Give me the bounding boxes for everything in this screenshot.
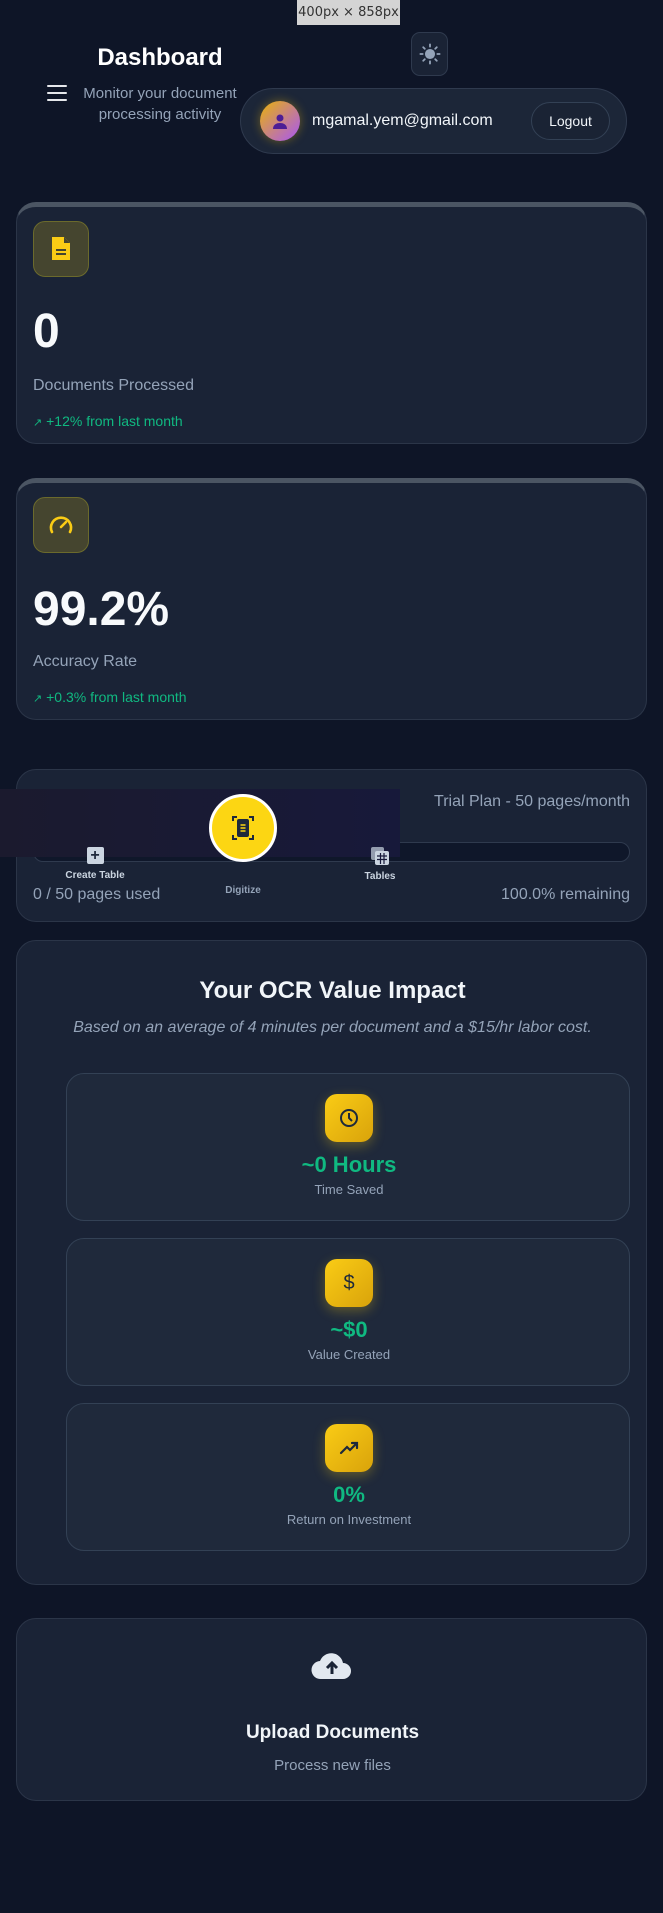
page-subtitle: Monitor your document processing activit…: [83, 85, 237, 123]
digitize-button[interactable]: [209, 794, 277, 862]
pages-remaining: 100.0% remaining: [501, 886, 630, 903]
impact-subtitle: Based on an average of 4 minutes per doc…: [73, 1019, 592, 1036]
plus-icon: +: [86, 847, 104, 864]
impact-title: Your OCR Value Impact: [199, 977, 466, 1004]
impact-label: Time Saved: [314, 1182, 384, 1197]
menu-hamburger-icon[interactable]: [47, 85, 67, 101]
nav-tables[interactable]: Tables: [340, 847, 420, 882]
stat-card-documents: 0 Documents Processed ↗ +12% from last m…: [16, 202, 647, 444]
impact-value: ~0 Hours: [301, 1152, 397, 1177]
stat-value: 99.2%: [33, 583, 170, 636]
trend-up-icon: ↗: [33, 693, 43, 705]
ocr-impact-card: Your OCR Value Impact Based on an averag…: [16, 940, 647, 1585]
clock-icon: [325, 1094, 373, 1142]
impact-item-roi: 0% Return on Investment: [66, 1403, 630, 1551]
viewport-size-badge: 400px × 858px: [297, 0, 400, 25]
scan-document-icon: [232, 816, 254, 840]
document-icon: [33, 221, 89, 277]
nav-label: Create Table: [65, 870, 125, 881]
user-email: mgamal.yem@gmail.com: [312, 112, 493, 129]
impact-value: 0%: [333, 1482, 365, 1507]
logout-button[interactable]: Logout: [531, 102, 610, 140]
upload-subtitle: Process new files: [274, 1757, 391, 1774]
stat-value: 0: [33, 305, 60, 358]
impact-label: Return on Investment: [286, 1512, 412, 1527]
stat-label: Documents Processed: [33, 377, 194, 394]
nav-label: Tables: [364, 871, 396, 882]
stat-trend: ↗ +12% from last month: [33, 413, 183, 429]
nav-create-table[interactable]: + Create Table: [55, 847, 135, 881]
user-icon: [273, 114, 287, 129]
upload-title: Upload Documents: [245, 1722, 420, 1743]
cloud-upload-icon: [311, 1649, 353, 1686]
impact-item-value-created: $ ~$0 Value Created: [66, 1238, 630, 1386]
page-title: Dashboard: [97, 44, 223, 71]
dollar-icon: $: [325, 1259, 373, 1307]
impact-label: Value Created: [307, 1347, 391, 1362]
theme-toggle-button[interactable]: [411, 32, 448, 76]
user-menu: mgamal.yem@gmail.com Logout: [240, 88, 627, 154]
stat-trend: ↗ +0.3% from last month: [33, 689, 187, 705]
avatar[interactable]: [260, 101, 300, 141]
impact-value: ~$0: [330, 1317, 368, 1342]
nav-digitize-label[interactable]: Digitize: [203, 885, 283, 896]
trend-up-icon: ↗: [33, 417, 43, 429]
pages-used: 0 / 50 pages used: [33, 886, 161, 903]
stat-card-accuracy: 99.2% Accuracy Rate ↗ +0.3% from last mo…: [16, 478, 647, 720]
impact-item-time-saved: ~0 Hours Time Saved: [66, 1073, 630, 1221]
trend-text: +12% from last month: [46, 413, 183, 429]
trend-text: +0.3% from last month: [46, 689, 187, 705]
upload-documents-card[interactable]: Upload Documents Process new files: [16, 1618, 647, 1801]
plan-name: Trial Plan - 50 pages/month: [434, 793, 630, 810]
trending-up-icon: [325, 1424, 373, 1472]
sun-icon: [418, 43, 441, 65]
stat-label: Accuracy Rate: [33, 653, 138, 670]
gauge-icon: [33, 497, 89, 553]
tables-icon: [371, 847, 389, 865]
